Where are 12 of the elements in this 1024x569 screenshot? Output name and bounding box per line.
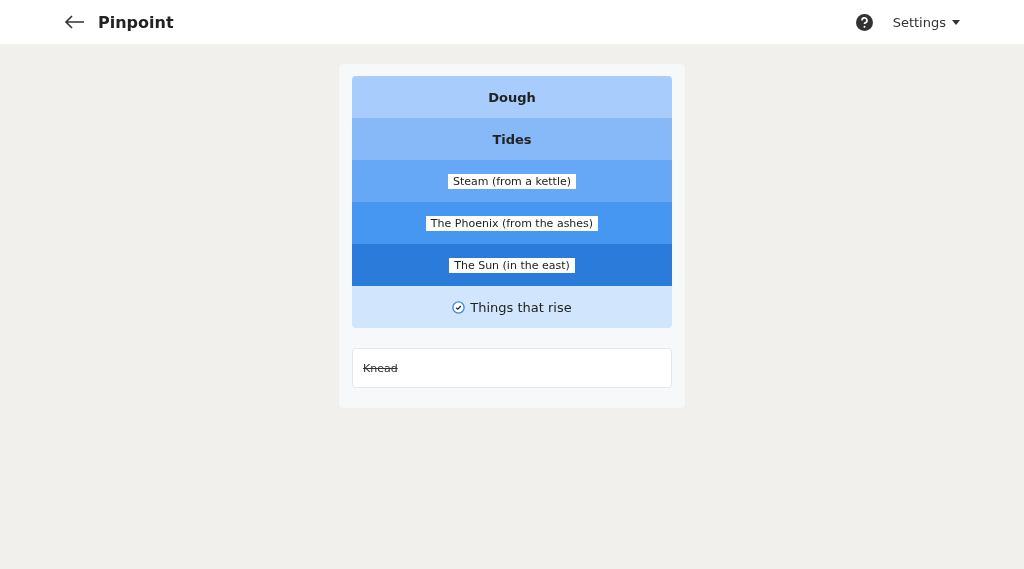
- settings-menu[interactable]: Settings: [892, 14, 960, 30]
- guess-text: Knead: [363, 361, 398, 375]
- back-icon[interactable]: [64, 14, 86, 30]
- clue-label: Steam (from a kettle): [447, 173, 577, 189]
- clue-text: Dough: [488, 89, 536, 105]
- answer-text: Things that rise: [470, 299, 572, 315]
- help-icon[interactable]: [855, 13, 873, 31]
- clue-text: Tides: [492, 131, 532, 147]
- clue-label: The Sun (in the east): [449, 257, 575, 273]
- caret-icon: [952, 19, 960, 25]
- clue-label: The Phoenix (from the ashes): [425, 215, 599, 231]
- app-title: Pinpoint: [98, 12, 174, 32]
